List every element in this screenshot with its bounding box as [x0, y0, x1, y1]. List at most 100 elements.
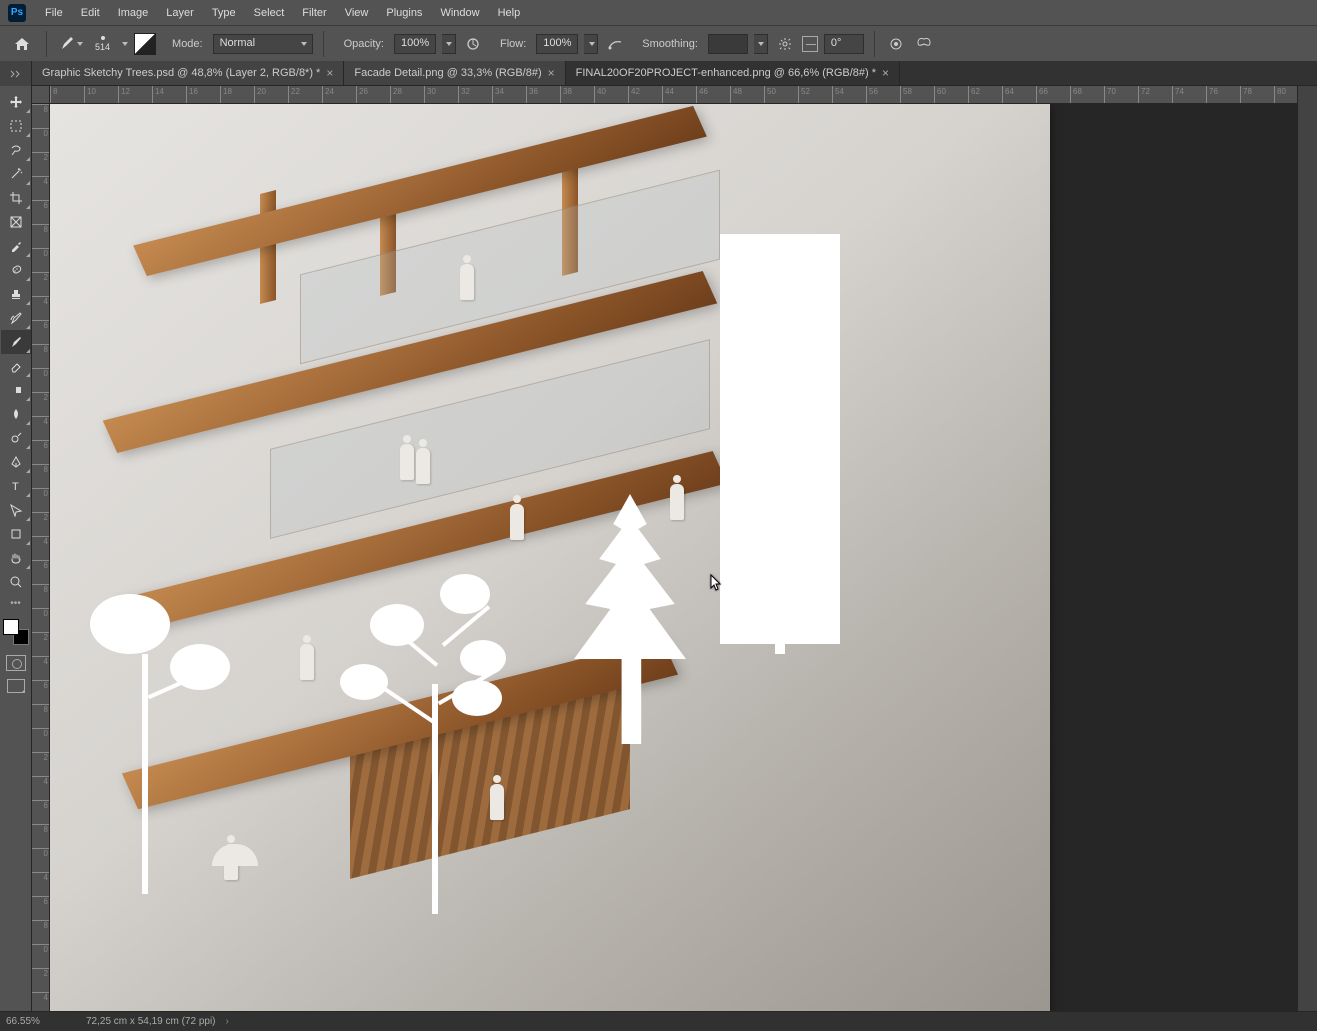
- eraser-tool[interactable]: [1, 354, 31, 378]
- menu-view[interactable]: View: [336, 3, 378, 23]
- canvas[interactable]: [50, 104, 1050, 1011]
- brush-size-value: 514: [95, 42, 110, 52]
- chevron-down-icon: [301, 42, 307, 46]
- menu-help[interactable]: Help: [489, 3, 530, 23]
- stamp-icon: [9, 287, 23, 301]
- tab-document-1[interactable]: Graphic Sketchy Trees.psd @ 48,8% (Layer…: [32, 61, 344, 85]
- pressure-icon: [465, 36, 481, 52]
- marquee-tool[interactable]: [1, 114, 31, 138]
- tab-document-3[interactable]: FINAL20OF20PROJECT-enhanced.png @ 66,6% …: [566, 61, 900, 85]
- tree-silhouette: [340, 544, 530, 914]
- tab-label: Facade Detail.png @ 33,3% (RGB/8#): [354, 67, 541, 79]
- brush-panel-toggle[interactable]: [134, 33, 156, 55]
- right-panel-dock[interactable]: [1297, 86, 1317, 1011]
- tree-silhouette: [720, 234, 840, 644]
- menu-filter[interactable]: Filter: [293, 3, 335, 23]
- eraser-icon: [9, 359, 23, 373]
- opacity-dropdown[interactable]: [442, 34, 456, 54]
- brush-tool-icon[interactable]: [57, 32, 85, 56]
- brush-tool[interactable]: [1, 330, 31, 354]
- airbrush-toggle[interactable]: [604, 33, 626, 55]
- frame-tool[interactable]: [1, 210, 31, 234]
- menu-plugins[interactable]: Plugins: [377, 3, 431, 23]
- ruler-origin[interactable]: [32, 86, 50, 104]
- edit-toolbar[interactable]: •••: [10, 594, 21, 613]
- foreground-color[interactable]: [3, 619, 19, 635]
- pressure-opacity-toggle[interactable]: [462, 33, 484, 55]
- brush-icon: [59, 36, 75, 52]
- ruler-horizontal[interactable]: 8101214161820222426283032343638404244464…: [50, 86, 1297, 104]
- close-icon[interactable]: ×: [326, 66, 333, 80]
- flow-dropdown[interactable]: [584, 34, 598, 54]
- menu-layer[interactable]: Layer: [157, 3, 203, 23]
- smoothing-dropdown[interactable]: [754, 34, 768, 54]
- home-button[interactable]: [8, 32, 36, 56]
- mode-select[interactable]: Normal: [213, 34, 313, 54]
- dodge-tool[interactable]: [1, 426, 31, 450]
- gradient-icon: [9, 383, 23, 397]
- brush-icon: [9, 335, 23, 349]
- history-brush-tool[interactable]: [1, 306, 31, 330]
- smoothing-input[interactable]: [708, 34, 748, 54]
- gear-icon: [778, 37, 792, 51]
- menu-file[interactable]: File: [36, 3, 72, 23]
- ruler-vertical[interactable]: 80246802468024680246802468024680468024: [32, 104, 50, 1011]
- path-tool[interactable]: [1, 498, 31, 522]
- opacity-input[interactable]: 100%: [394, 34, 436, 54]
- pressure-size-toggle[interactable]: [885, 33, 907, 55]
- document-tabs: Graphic Sketchy Trees.psd @ 48,8% (Layer…: [32, 61, 1317, 86]
- hand-icon: [9, 551, 23, 565]
- pen-icon: [9, 455, 23, 469]
- eyedropper-tool[interactable]: [1, 234, 31, 258]
- shape-tool[interactable]: [1, 522, 31, 546]
- ps-logo-icon: Ps: [8, 4, 26, 22]
- menu-select[interactable]: Select: [245, 3, 294, 23]
- quickmask-toggle[interactable]: [6, 655, 26, 671]
- tab-arrange-button[interactable]: [0, 61, 32, 86]
- lasso-tool[interactable]: [1, 138, 31, 162]
- crop-tool[interactable]: [1, 186, 31, 210]
- heal-tool[interactable]: [1, 258, 31, 282]
- tab-document-2[interactable]: Facade Detail.png @ 33,3% (RGB/8#) ×: [344, 61, 565, 85]
- double-chevron-icon: [10, 70, 22, 78]
- symmetry-toggle[interactable]: [913, 33, 935, 55]
- history-brush-icon: [9, 311, 23, 325]
- path-icon: [9, 503, 23, 517]
- svg-text:T: T: [12, 481, 19, 493]
- pen-tool[interactable]: [1, 450, 31, 474]
- smoothing-label: Smoothing:: [642, 38, 698, 50]
- menu-type[interactable]: Type: [203, 3, 245, 23]
- zoom-level[interactable]: 66.55%: [6, 1016, 66, 1027]
- type-tool[interactable]: T: [1, 474, 31, 498]
- zoom-tool[interactable]: [1, 570, 31, 594]
- hand-tool[interactable]: [1, 546, 31, 570]
- eyedropper-icon: [9, 239, 23, 253]
- close-icon[interactable]: ×: [548, 66, 555, 80]
- menu-edit[interactable]: Edit: [72, 3, 109, 23]
- smoothing-options[interactable]: [774, 33, 796, 55]
- wand-tool[interactable]: [1, 162, 31, 186]
- close-icon[interactable]: ×: [882, 66, 889, 80]
- gradient-tool[interactable]: [1, 378, 31, 402]
- chevron-down-icon: [77, 42, 83, 46]
- screenmode-toggle[interactable]: [7, 679, 25, 693]
- menu-image[interactable]: Image: [109, 3, 158, 23]
- chevron-right-icon[interactable]: ›: [226, 1016, 229, 1027]
- document-info[interactable]: 72,25 cm x 54,19 cm (72 ppi): [76, 1016, 216, 1027]
- butterfly-icon: [915, 37, 933, 51]
- canvas-viewport[interactable]: [50, 104, 1297, 1011]
- flow-label: Flow:: [500, 38, 526, 50]
- move-tool[interactable]: [1, 90, 31, 114]
- angle-icon[interactable]: [802, 36, 818, 52]
- tablet-icon: [888, 36, 904, 52]
- menu-window[interactable]: Window: [431, 3, 488, 23]
- clone-tool[interactable]: [1, 282, 31, 306]
- chevron-down-icon[interactable]: [122, 42, 128, 46]
- heal-icon: [9, 263, 23, 277]
- brush-size-preset[interactable]: 514: [91, 36, 114, 52]
- flow-input[interactable]: 100%: [536, 34, 578, 54]
- shape-icon: [9, 527, 23, 541]
- angle-input[interactable]: 0°: [824, 34, 864, 54]
- blur-tool[interactable]: [1, 402, 31, 426]
- color-swatches[interactable]: [3, 619, 29, 645]
